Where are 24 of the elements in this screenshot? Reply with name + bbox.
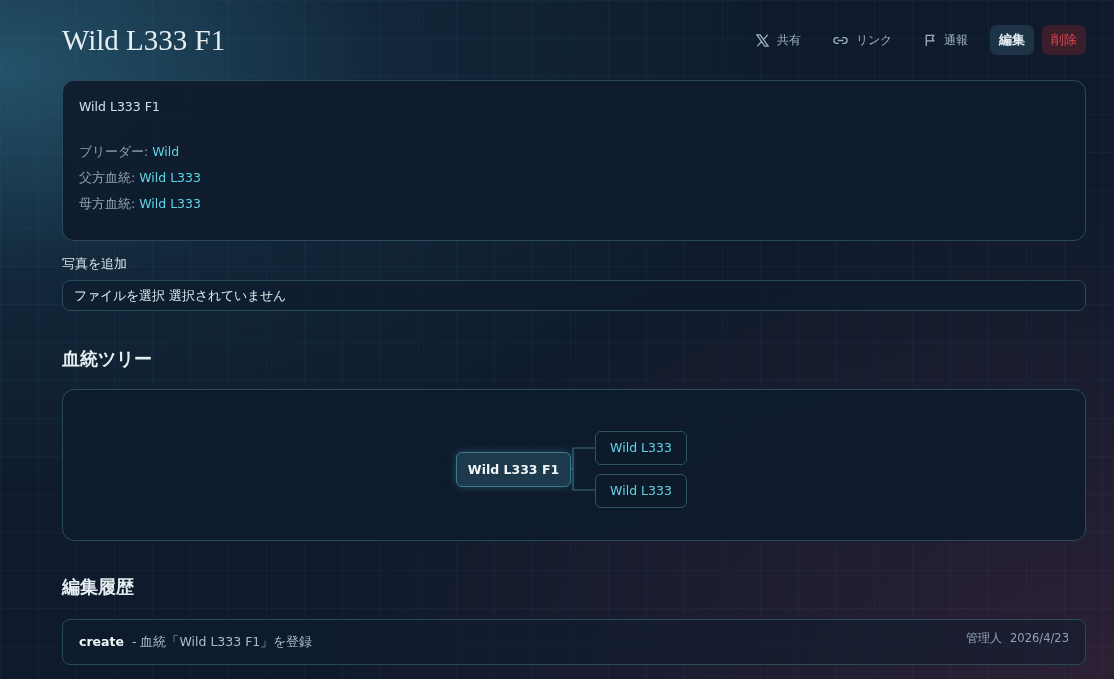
- tree-node[interactable]: Wild L333: [595, 430, 687, 465]
- info-field: ブリーダー: Wild: [79, 144, 1069, 161]
- section-heading: 編集履歴: [62, 575, 135, 599]
- tree-node[interactable]: Wild L333 F1: [456, 451, 571, 487]
- delete-button[interactable]: 削除: [1042, 25, 1086, 55]
- edit-button[interactable]: 編集: [990, 25, 1034, 55]
- link-button[interactable]: リンク: [821, 25, 904, 55]
- history-action: create: [79, 633, 124, 651]
- tree-node[interactable]: Wild L333: [595, 473, 687, 508]
- photo-label: 写真を追加: [62, 256, 128, 273]
- share-button[interactable]: 共有: [744, 25, 813, 55]
- history-user: 管理人: [966, 630, 1003, 646]
- flag-icon: [924, 33, 936, 47]
- history-description: - 血統「Wild L333 F1」を登録: [131, 633, 313, 651]
- page-title: Wild L333 F1: [62, 23, 226, 57]
- x-logo-icon: [756, 33, 769, 47]
- file-input[interactable]: ファイルを選択 選択されていません: [62, 280, 1086, 311]
- report-button[interactable]: 通報: [912, 25, 980, 55]
- history-date: 2026/4/23: [1010, 630, 1069, 646]
- section-heading: 血統ツリー: [62, 347, 153, 371]
- connector-line: [571, 447, 595, 491]
- info-field: 父方血統: Wild L333: [79, 170, 1069, 187]
- info-field: 母方血統: Wild L333: [79, 196, 1069, 213]
- strain-name: Wild L333 F1: [79, 99, 161, 114]
